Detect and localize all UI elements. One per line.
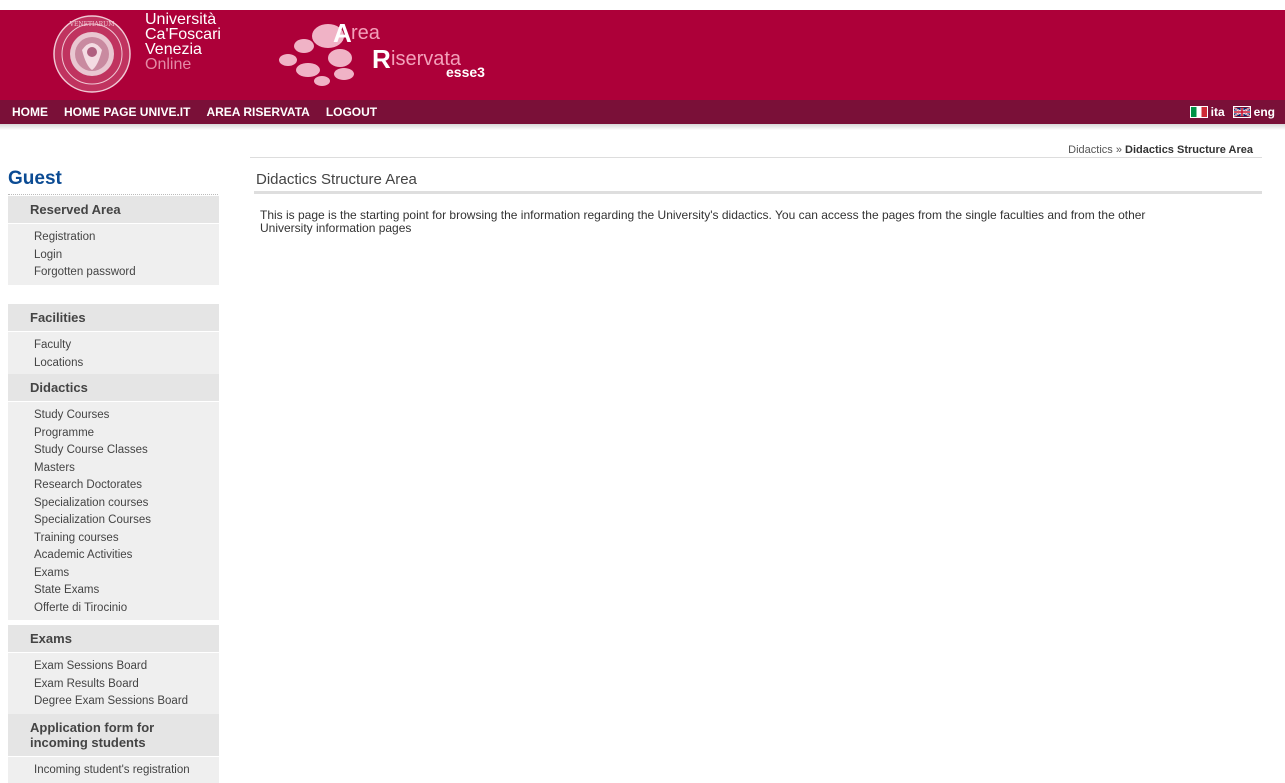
sidebar-item-locations[interactable]: Locations: [34, 355, 219, 373]
nav-home-page-unive-link[interactable]: HOME PAGE UNIVE.IT: [64, 105, 190, 119]
uk-flag-icon: [1232, 106, 1251, 118]
breadcrumb-separator: »: [1115, 144, 1122, 156]
lang-eng[interactable]: eng: [1232, 105, 1275, 119]
sidebar-section-title: Facilities: [8, 304, 219, 332]
sidebar-section-application-form: Application form for incoming students I…: [8, 714, 219, 783]
area-logo-esse3: esse3: [446, 64, 485, 80]
online-label: Online: [145, 56, 192, 73]
header-top-band: [0, 0, 1285, 10]
language-switcher: ita eng: [1182, 100, 1275, 124]
breadcrumb: Didactics » Didactics Structure Area: [1068, 144, 1253, 156]
sidebar-item-forgotten-password[interactable]: Forgotten password: [34, 264, 219, 282]
sidebar-item-exam-results-board[interactable]: Exam Results Board: [34, 676, 219, 694]
svg-text:VENETIARUM: VENETIARUM: [69, 21, 115, 28]
sidebar-item-research-doctorates[interactable]: Research Doctorates: [34, 477, 219, 495]
sidebar-section-didactics: Didactics Study Courses Programme Study …: [8, 374, 219, 620]
sidebar-section-items: Registration Login Forgotten password: [8, 224, 219, 285]
sidebar-section-reserved-area: Reserved Area Registration Login Forgott…: [8, 196, 219, 285]
sidebar-section-title: Reserved Area: [8, 196, 219, 224]
sidebar-item-programme[interactable]: Programme: [34, 425, 219, 443]
nav-shadow: [0, 124, 1285, 130]
italian-flag-icon: [1189, 106, 1208, 118]
sidebar-item-login[interactable]: Login: [34, 247, 219, 265]
area-logo-letter-r: R: [372, 44, 391, 74]
sidebar: Guest Reserved Area Registration Login F…: [0, 160, 220, 783]
page-title-divider: [254, 191, 1262, 194]
site-header: VENETIARUM Università Ca'Foscari Venezia…: [0, 0, 1285, 100]
page-title: Didactics Structure Area: [256, 171, 417, 188]
sidebar-item-offerte-di-tirocinio[interactable]: Offerte di Tirocinio: [34, 600, 219, 618]
sidebar-item-exams[interactable]: Exams: [34, 565, 219, 583]
sidebar-item-specialization-courses[interactable]: Specialization courses: [34, 495, 219, 513]
sidebar-item-degree-exam-sessions-board[interactable]: Degree Exam Sessions Board: [34, 693, 219, 711]
sidebar-item-state-exams[interactable]: State Exams: [34, 582, 219, 600]
sidebar-section-exams: Exams Exam Sessions Board Exam Results B…: [8, 625, 219, 714]
nav-area-riservata-link[interactable]: AREA RISERVATA: [206, 105, 309, 119]
nav-logout-link[interactable]: LOGOUT: [326, 105, 377, 119]
nav-home-link[interactable]: HOME: [12, 105, 48, 119]
sidebar-section-items: Study Courses Programme Study Course Cla…: [8, 402, 219, 620]
sidebar-user-title: Guest: [8, 168, 62, 189]
sidebar-item-registration[interactable]: Registration: [34, 229, 219, 247]
sidebar-section-title: Exams: [8, 625, 219, 653]
area-logo-rea: rea: [351, 22, 380, 44]
sidebar-item-study-courses[interactable]: Study Courses: [34, 407, 219, 425]
lang-eng-label: eng: [1253, 105, 1275, 119]
sidebar-section-facilities: Facilities Faculty Locations: [8, 304, 219, 375]
sidebar-item-study-course-classes[interactable]: Study Course Classes: [34, 442, 219, 460]
lang-ita[interactable]: ita: [1189, 105, 1225, 119]
sidebar-section-items: Incoming student's registration: [8, 757, 219, 783]
sidebar-user-divider: [8, 194, 218, 195]
sidebar-item-faculty[interactable]: Faculty: [34, 337, 219, 355]
breadcrumb-current: Didactics Structure Area: [1125, 144, 1253, 156]
main-nav-bar: HOME HOME PAGE UNIVE.IT AREA RISERVATA L…: [0, 100, 1285, 124]
breadcrumb-didactics-link[interactable]: Didactics: [1068, 144, 1113, 156]
lang-ita-label: ita: [1210, 105, 1225, 119]
sidebar-section-title-line-2: incoming students: [30, 735, 146, 750]
sidebar-item-masters[interactable]: Masters: [34, 460, 219, 478]
nav-menu: HOME HOME PAGE UNIVE.IT AREA RISERVATA L…: [12, 100, 393, 124]
sidebar-item-specialization-courses-2[interactable]: Specialization Courses: [34, 512, 219, 530]
sidebar-item-training-courses[interactable]: Training courses: [34, 530, 219, 548]
university-name-line-2: Ca'Foscari: [145, 26, 221, 43]
sidebar-section-title: Application form for incoming students: [8, 714, 219, 757]
breadcrumb-divider: [250, 157, 1262, 158]
sidebar-item-academic-activities[interactable]: Academic Activities: [34, 547, 219, 565]
university-seal-icon[interactable]: VENETIARUM: [52, 14, 132, 94]
sidebar-section-items: Exam Sessions Board Exam Results Board D…: [8, 653, 219, 714]
area-logo-letter-a: A: [333, 18, 352, 48]
university-name[interactable]: Università Ca'Foscari Venezia Online: [145, 11, 221, 73]
page-description: This is page is the starting point for b…: [260, 209, 1250, 235]
sidebar-section-title-line-1: Application form for: [30, 720, 155, 735]
sidebar-section-title: Didactics: [8, 374, 219, 402]
sidebar-item-exam-sessions-board[interactable]: Exam Sessions Board: [34, 658, 219, 676]
page-description-line-2: University information pages: [260, 221, 412, 235]
sidebar-section-items: Faculty Locations: [8, 332, 219, 375]
university-name-line-3: Venezia: [145, 41, 202, 58]
university-name-line-1: Università: [145, 11, 217, 28]
sidebar-item-incoming-student-registration[interactable]: Incoming student's registration: [34, 762, 219, 780]
